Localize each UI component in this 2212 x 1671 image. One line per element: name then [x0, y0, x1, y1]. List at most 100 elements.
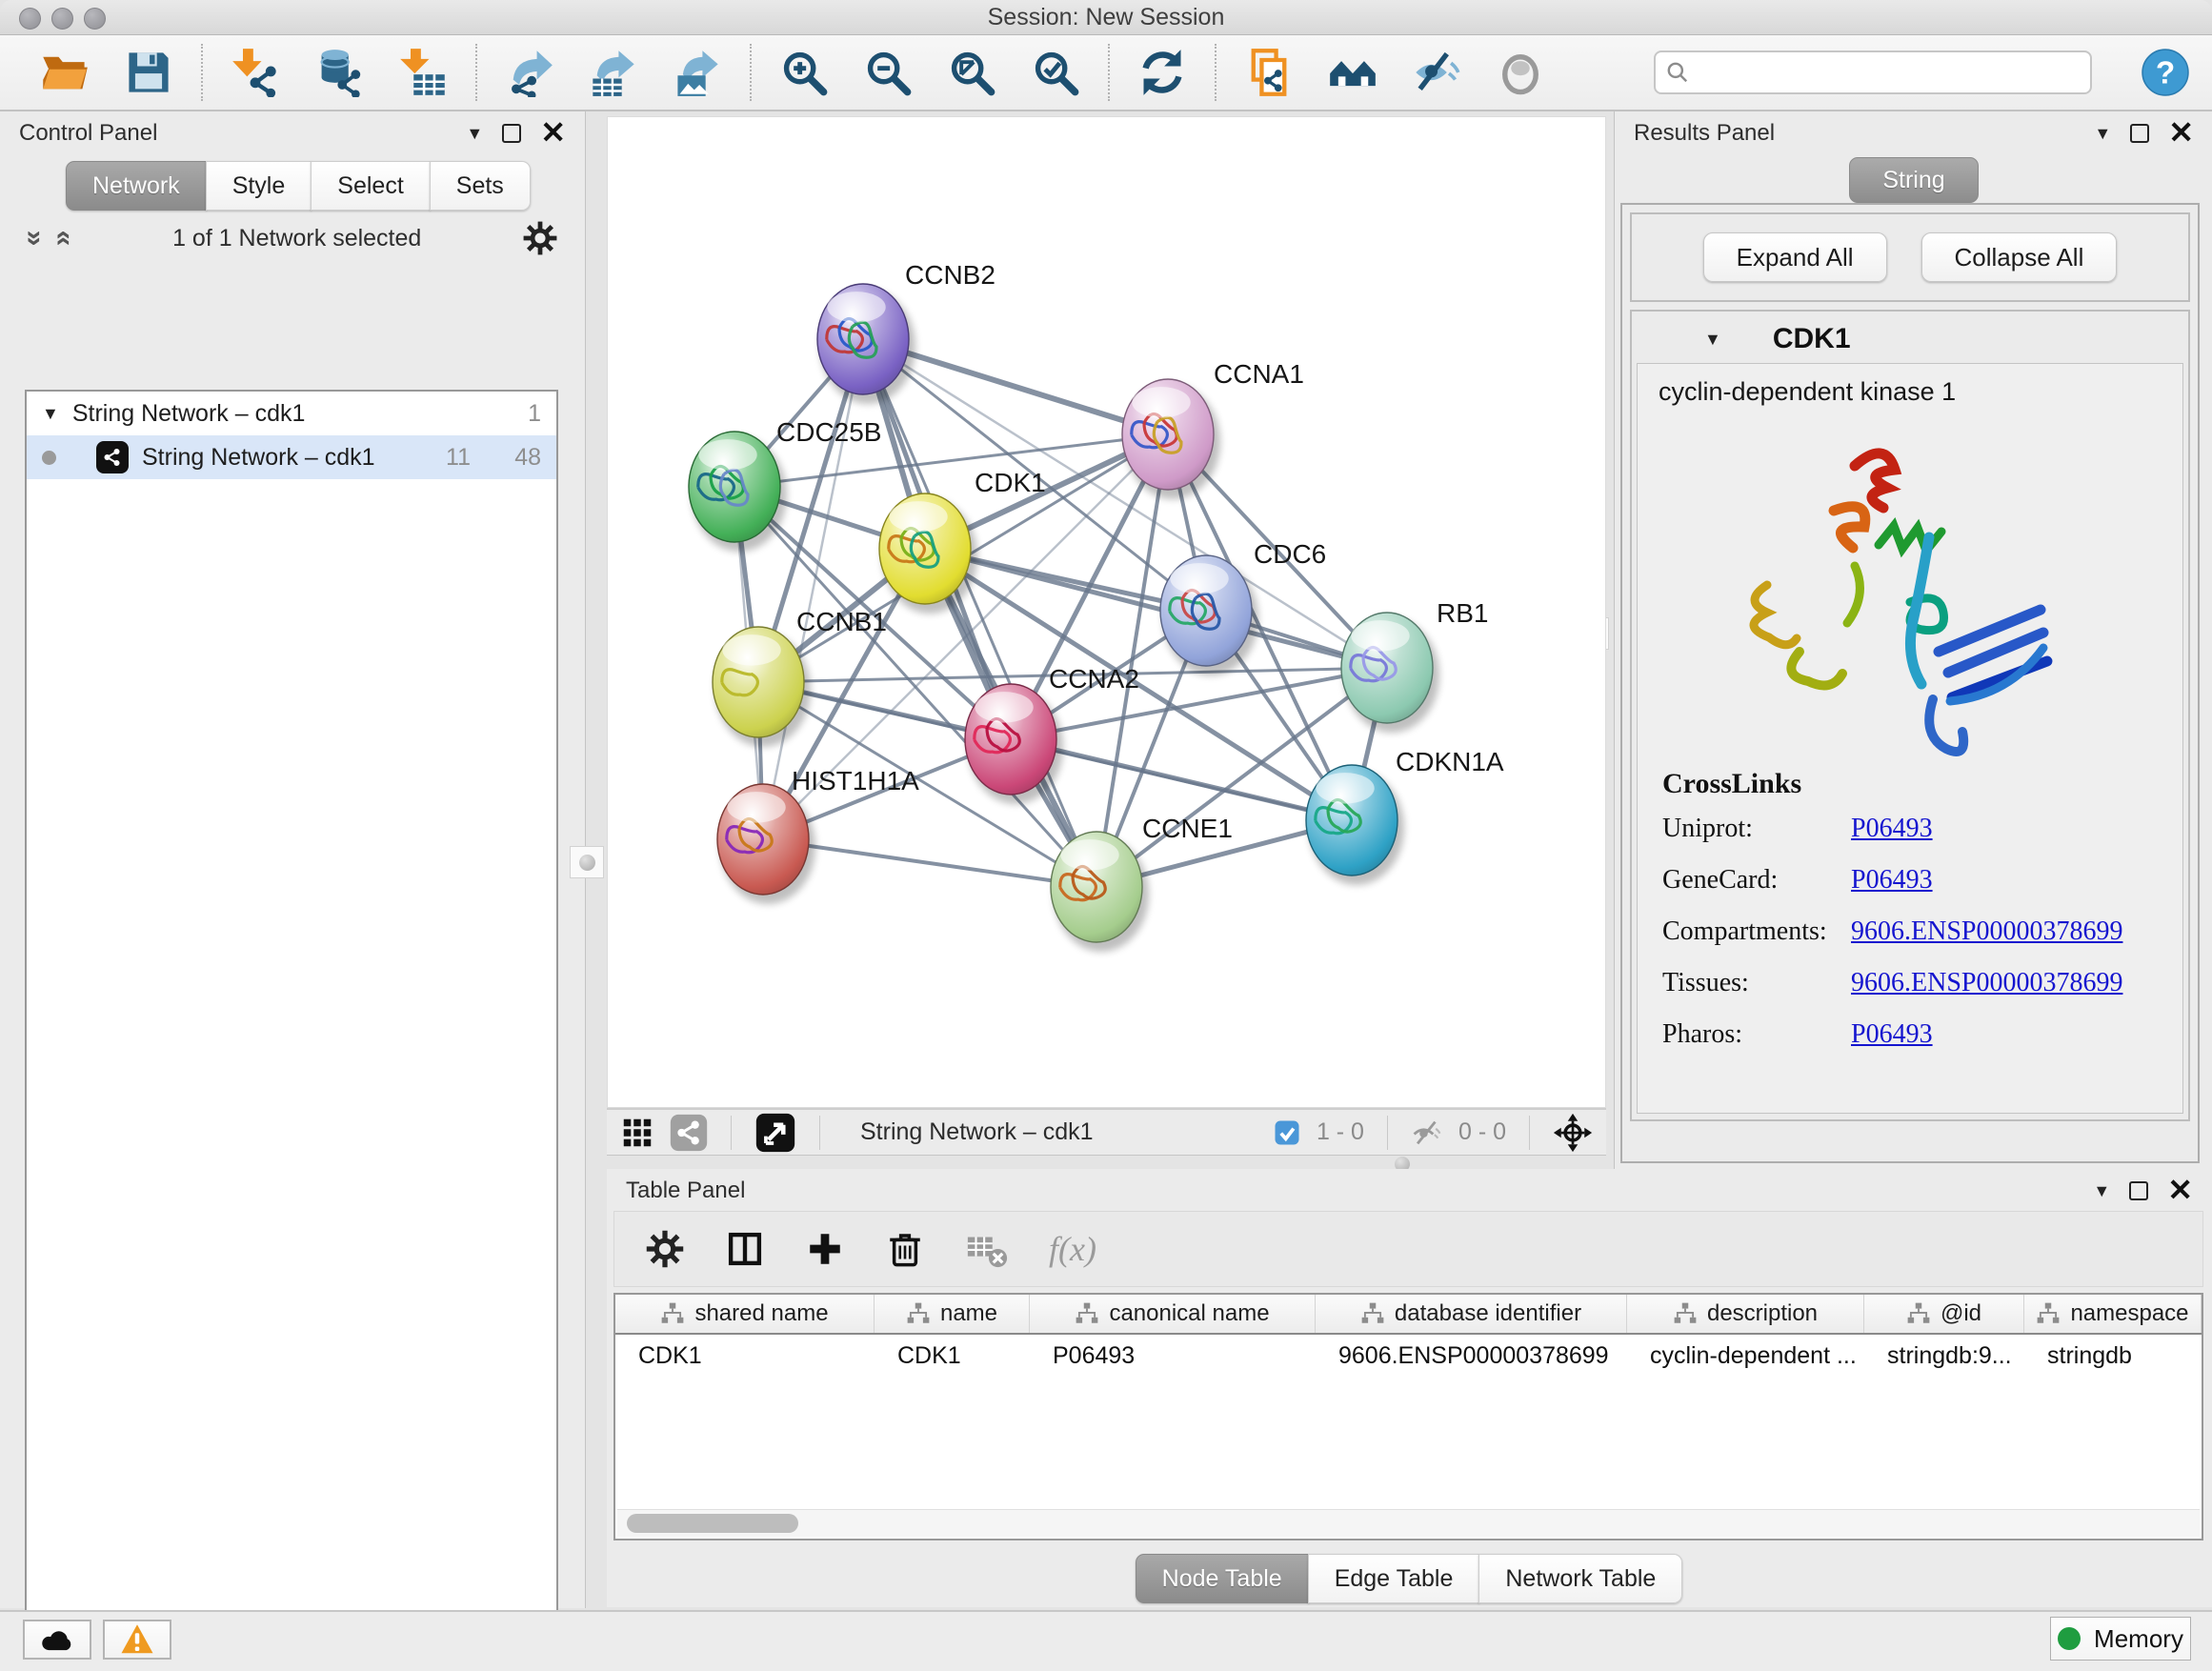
memory-status-dot [2058, 1627, 2081, 1650]
expand-all-button[interactable]: Expand All [1703, 232, 1887, 282]
tab-string[interactable]: String [1849, 157, 1978, 203]
network-node-count: 11 [413, 444, 471, 472]
table-row[interactable]: CDK1CDK1P064939606.ENSP00000378699cyclin… [615, 1335, 2202, 1377]
results-menu-icon[interactable]: ▼ [2094, 125, 2111, 142]
birdseye-toggle-button[interactable] [1478, 41, 1562, 104]
tab-select[interactable]: Select [311, 161, 430, 211]
export-image-button[interactable] [655, 41, 739, 104]
selected-checkbox-icon[interactable] [1273, 1118, 1301, 1147]
panel-close-icon[interactable]: ✕ [540, 121, 566, 146]
gene-collapse-icon[interactable]: ▼ [1704, 331, 1721, 348]
column-type-icon [1360, 1301, 1385, 1326]
hide-panels-button[interactable] [1395, 41, 1478, 104]
column-header-name[interactable]: name [875, 1295, 1030, 1333]
network-node-CCNB1[interactable]: CCNB1 [713, 607, 887, 747]
zoom-selected-button[interactable] [1014, 41, 1097, 104]
zoom-fit-button[interactable] [930, 41, 1014, 104]
scrollbar-thumb[interactable] [627, 1514, 798, 1533]
table-horizontal-scrollbar[interactable] [617, 1509, 2200, 1537]
network-node-CCNE1[interactable]: CCNE1 [1051, 814, 1233, 952]
network-collection-row[interactable]: ▼ String Network – cdk1 1 [27, 392, 556, 435]
zoom-in-button[interactable] [762, 41, 846, 104]
export-net-icon [505, 48, 554, 97]
results-close-icon[interactable]: ✕ [2168, 121, 2194, 146]
tab-network[interactable]: Network [66, 161, 207, 211]
table-options-gear-icon[interactable] [645, 1229, 685, 1269]
network-node-CDK1[interactable]: CDK1 [879, 468, 1046, 614]
network-canvas[interactable]: CCNB2 CCNA1 CDC25B CDK1 CDC6 RB1 CCNB1 [607, 116, 1606, 1108]
network-node-RB1[interactable]: RB1 [1341, 598, 1488, 733]
table-close-icon[interactable]: ✕ [2167, 1178, 2193, 1203]
delete-table-icon[interactable] [965, 1227, 1009, 1271]
network-options-gear-icon[interactable] [522, 220, 558, 256]
save-session-button[interactable] [107, 41, 191, 104]
network-node-CCNA1[interactable]: CCNA1 [1122, 359, 1304, 499]
hidden-eye-slash-icon[interactable] [1411, 1117, 1443, 1149]
network-node-CDC6[interactable]: CDC6 [1160, 539, 1326, 675]
zoom-out-button[interactable] [846, 41, 930, 104]
function-builder-icon[interactable]: f(x) [1049, 1229, 1096, 1269]
import-table-from-file-button[interactable] [381, 41, 465, 104]
left-splitter-handle[interactable] [570, 846, 604, 878]
toolbar-separator [201, 44, 203, 101]
crosslink-value-link[interactable]: P06493 [1851, 865, 1933, 896]
help-button[interactable] [2142, 49, 2189, 96]
birdseye-crosshair-icon[interactable] [1553, 1113, 1593, 1153]
apply-preferred-layout-button[interactable] [1120, 41, 1204, 104]
add-column-icon[interactable] [805, 1229, 845, 1269]
column-header-database-identifier[interactable]: database identifier [1316, 1295, 1627, 1333]
detach-view-icon[interactable] [754, 1112, 796, 1154]
warnings-button[interactable] [103, 1620, 171, 1660]
hide-eye-icon [1412, 48, 1461, 97]
column-header-namespace[interactable]: namespace [2024, 1295, 2202, 1333]
grid-view-icon[interactable] [620, 1116, 654, 1150]
column-header-canonical-name[interactable]: canonical name [1030, 1295, 1316, 1333]
collapse-all-button[interactable]: Collapse All [1921, 232, 2118, 282]
export-network-button[interactable] [488, 41, 572, 104]
table-menu-icon[interactable]: ▼ [2093, 1182, 2110, 1199]
warning-icon [120, 1622, 154, 1657]
tab-node-table[interactable]: Node Table [1136, 1554, 1309, 1603]
network-row-selected[interactable]: String Network – cdk1 11 48 [27, 435, 556, 479]
network-status-dot [42, 451, 56, 465]
panel-menu-icon[interactable]: ▼ [466, 125, 483, 142]
network-node-CCNB2[interactable]: CCNB2 [817, 260, 995, 404]
tab-network-table[interactable]: Network Table [1478, 1554, 1682, 1603]
delete-column-icon[interactable] [885, 1229, 925, 1269]
collection-expand-icon[interactable]: ▼ [42, 405, 59, 422]
app-manager-button[interactable] [1227, 41, 1311, 104]
node-table: shared namenamecanonical namedatabase id… [613, 1293, 2203, 1540]
table-float-icon[interactable] [2129, 1181, 2148, 1200]
expand-all-networks-icon[interactable]: » [18, 231, 50, 247]
crosslink-value-link[interactable]: P06493 [1851, 814, 1933, 844]
crosslink-value-link[interactable]: P06493 [1851, 1019, 1933, 1050]
show-columns-icon[interactable] [725, 1229, 765, 1269]
network-view-share-icon[interactable] [670, 1114, 708, 1152]
tab-sets[interactable]: Sets [430, 161, 531, 211]
network-node-HIST1H1A[interactable]: HIST1H1A [717, 766, 919, 904]
network-graph[interactable]: CCNB2 CCNA1 CDC25B CDK1 CDC6 RB1 CCNB1 [608, 117, 1605, 1107]
open-session-button[interactable] [23, 41, 107, 104]
results-float-icon[interactable] [2130, 124, 2149, 143]
tab-style[interactable]: Style [206, 161, 312, 211]
network-icon [96, 441, 129, 473]
crosslink-value-link[interactable]: 9606.ENSP00000378699 [1851, 916, 2122, 947]
network-edge[interactable] [863, 339, 1096, 887]
panel-float-icon[interactable] [502, 124, 521, 143]
column-header-description[interactable]: description [1627, 1295, 1864, 1333]
network-node-CDKN1A[interactable]: CDKN1A [1306, 747, 1504, 885]
import-network-from-file-button[interactable] [213, 41, 297, 104]
starter-panel-button[interactable] [1311, 41, 1395, 104]
import-network-from-database-button[interactable] [297, 41, 381, 104]
crosslink-value-link[interactable]: 9606.ENSP00000378699 [1851, 968, 2122, 998]
tab-edge-table[interactable]: Edge Table [1308, 1554, 1480, 1603]
column-header--id[interactable]: @id [1864, 1295, 2024, 1333]
column-header-shared-name[interactable]: shared name [615, 1295, 875, 1333]
search-input[interactable] [1654, 50, 2092, 94]
memory-button[interactable]: Memory [2050, 1617, 2191, 1661]
cloud-status-button[interactable] [23, 1620, 91, 1660]
gene-section-header[interactable]: ▼ CDK1 [1632, 312, 2188, 363]
export-table-button[interactable] [572, 41, 655, 104]
collapse-all-networks-icon[interactable]: « [48, 231, 80, 247]
zoom-out-icon [863, 48, 913, 97]
